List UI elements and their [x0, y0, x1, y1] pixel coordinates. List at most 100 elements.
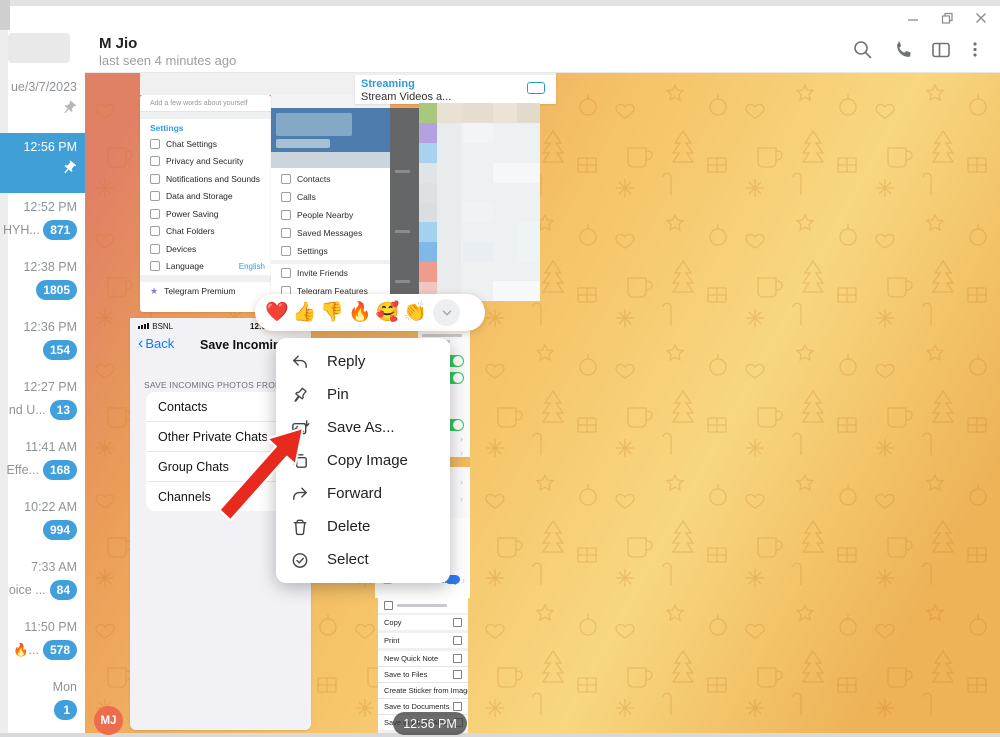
- chat-list-item[interactable]: 12:38 PM 1805: [0, 253, 85, 313]
- forward-icon: [290, 484, 310, 504]
- reaction-love-face[interactable]: 🥰: [376, 303, 400, 322]
- window-corner: [0, 0, 10, 30]
- row-label: Calls: [297, 192, 316, 202]
- divider-band: [140, 275, 271, 282]
- chat-list-item[interactable]: 7:33 AM oice ... 84: [0, 553, 85, 613]
- window-bottom-edge: [0, 733, 1000, 737]
- row-label: New Quick Note: [384, 654, 438, 663]
- menu-item-label: Pin: [327, 386, 349, 403]
- row-label: Channels: [158, 490, 211, 504]
- delete-icon: [290, 517, 310, 537]
- search-input[interactable]: [8, 33, 70, 63]
- unread-badge: 578: [43, 640, 77, 660]
- blurred-filename: [397, 604, 447, 607]
- chat-list-item-selected[interactable]: 12:56 PM: [0, 133, 85, 193]
- unread-badge: 84: [50, 580, 77, 600]
- blur-cell: [493, 103, 517, 123]
- menu-item-pin[interactable]: Pin: [276, 378, 450, 411]
- chat-list-item[interactable]: 10:22 AM 994: [0, 493, 85, 553]
- row-label: Save to Documents: [384, 702, 449, 711]
- row-label: Data and Storage: [166, 191, 233, 201]
- chat-name: nd U...: [9, 403, 46, 417]
- chat-time: 7:33 AM: [3, 560, 77, 574]
- share-row: Save to Files: [378, 667, 468, 682]
- reaction-thumbs-up[interactable]: 👍: [293, 303, 317, 322]
- blurred-text: [395, 170, 410, 173]
- blurred-band: [271, 152, 390, 168]
- row-label: Copy: [384, 618, 402, 627]
- devices-icon: [150, 244, 160, 254]
- settings-row: Devices: [140, 240, 271, 258]
- blur-cell: [463, 242, 493, 262]
- power-saving-icon: [150, 209, 160, 219]
- pin-icon: [290, 385, 310, 405]
- reaction-thumbs-down[interactable]: 👎: [320, 303, 344, 322]
- blur-cell: [419, 143, 437, 163]
- menu-row: Saved Messages: [271, 224, 390, 242]
- blur-cell: [419, 262, 437, 282]
- chat-list-item[interactable]: 11:50 PM 🔥...578: [0, 613, 85, 673]
- restore-icon: [941, 12, 954, 25]
- menu-item-delete[interactable]: Delete: [276, 510, 450, 543]
- chat-list-item[interactable]: ue/3/7/2023: [0, 73, 85, 133]
- blur-cell: [517, 222, 540, 262]
- menu-row: Contacts: [271, 170, 390, 188]
- chat-list-item[interactable]: 11:41 AM Effe...168: [0, 433, 85, 493]
- save-as-icon: [290, 418, 310, 438]
- chat-time: Mon: [3, 680, 77, 694]
- reaction-heart[interactable]: ❤️: [265, 303, 289, 322]
- call-button[interactable]: [892, 38, 916, 62]
- more-reactions-button[interactable]: [433, 299, 460, 326]
- blur-cell: [463, 202, 493, 222]
- blur-cell: [493, 281, 540, 301]
- search-button[interactable]: [851, 38, 875, 62]
- chat-time: 10:22 AM: [3, 500, 77, 514]
- chevron-right-icon: ›: [460, 494, 463, 504]
- settings-row: LanguageEnglish: [140, 258, 271, 276]
- chat-folders-icon: [150, 226, 160, 236]
- menu-item-label: Forward: [327, 485, 382, 502]
- menu-item-forward[interactable]: Forward: [276, 477, 450, 510]
- menu-item-reply[interactable]: Reply: [276, 345, 450, 378]
- row-label: Settings: [297, 246, 328, 256]
- context-menu: Reply Pin Save As... Copy Image Forward …: [276, 338, 450, 583]
- minimize-button[interactable]: [898, 8, 928, 28]
- blur-cell: [419, 242, 437, 262]
- streaming-title: Streaming: [361, 78, 415, 90]
- chat-name: oice ...: [9, 583, 46, 597]
- share-row: Create Sticker from Image: [378, 683, 468, 698]
- reaction-bar: ❤️ 👍 👎 🔥 🥰 👏: [255, 294, 485, 331]
- share-sheet-header: [378, 598, 468, 613]
- blur-cell: [419, 123, 437, 143]
- chat-title: M Jio: [99, 35, 137, 52]
- restore-button[interactable]: [932, 8, 962, 28]
- pinned-icon: [61, 160, 77, 176]
- chat-list-item[interactable]: Mon 1: [0, 673, 85, 733]
- menu-item-save-as[interactable]: Save As...: [276, 411, 450, 444]
- unread-badge: 871: [43, 220, 77, 240]
- menu-item-label: Copy Image: [327, 452, 408, 469]
- more-menu-button[interactable]: [963, 38, 987, 62]
- row-label: Chat Settings: [166, 139, 217, 149]
- menu-item-copy-image[interactable]: Copy Image: [276, 444, 450, 477]
- chat-list-item[interactable]: 12:52 PM HYH...871: [0, 193, 85, 253]
- menu-item-select[interactable]: Select: [276, 543, 450, 576]
- chat-list-item[interactable]: 12:27 PM nd U...13: [0, 373, 85, 433]
- folder-icon: [453, 670, 462, 679]
- reaction-fire[interactable]: 🔥: [348, 303, 372, 322]
- menu-row: People Nearby: [271, 206, 390, 224]
- chat-name: 🔥...: [13, 643, 39, 658]
- row-label: People Nearby: [297, 210, 353, 220]
- close-button[interactable]: [966, 8, 996, 28]
- chat-list-item[interactable]: 12:36 PM 154: [0, 313, 85, 373]
- dimmed-screenshot-strip: [390, 108, 419, 312]
- status-bar: BSNL: [138, 322, 173, 331]
- reaction-clap[interactable]: 👏: [403, 303, 427, 322]
- columns-icon: [929, 38, 953, 62]
- sender-avatar[interactable]: MJ: [94, 706, 123, 735]
- screen-title: Save Incoming: [200, 338, 288, 352]
- toggle-sidebar-button[interactable]: [929, 38, 953, 62]
- data-storage-icon: [150, 191, 160, 201]
- row-label: Devices: [166, 244, 196, 254]
- row-label: Other Private Chats: [158, 430, 268, 444]
